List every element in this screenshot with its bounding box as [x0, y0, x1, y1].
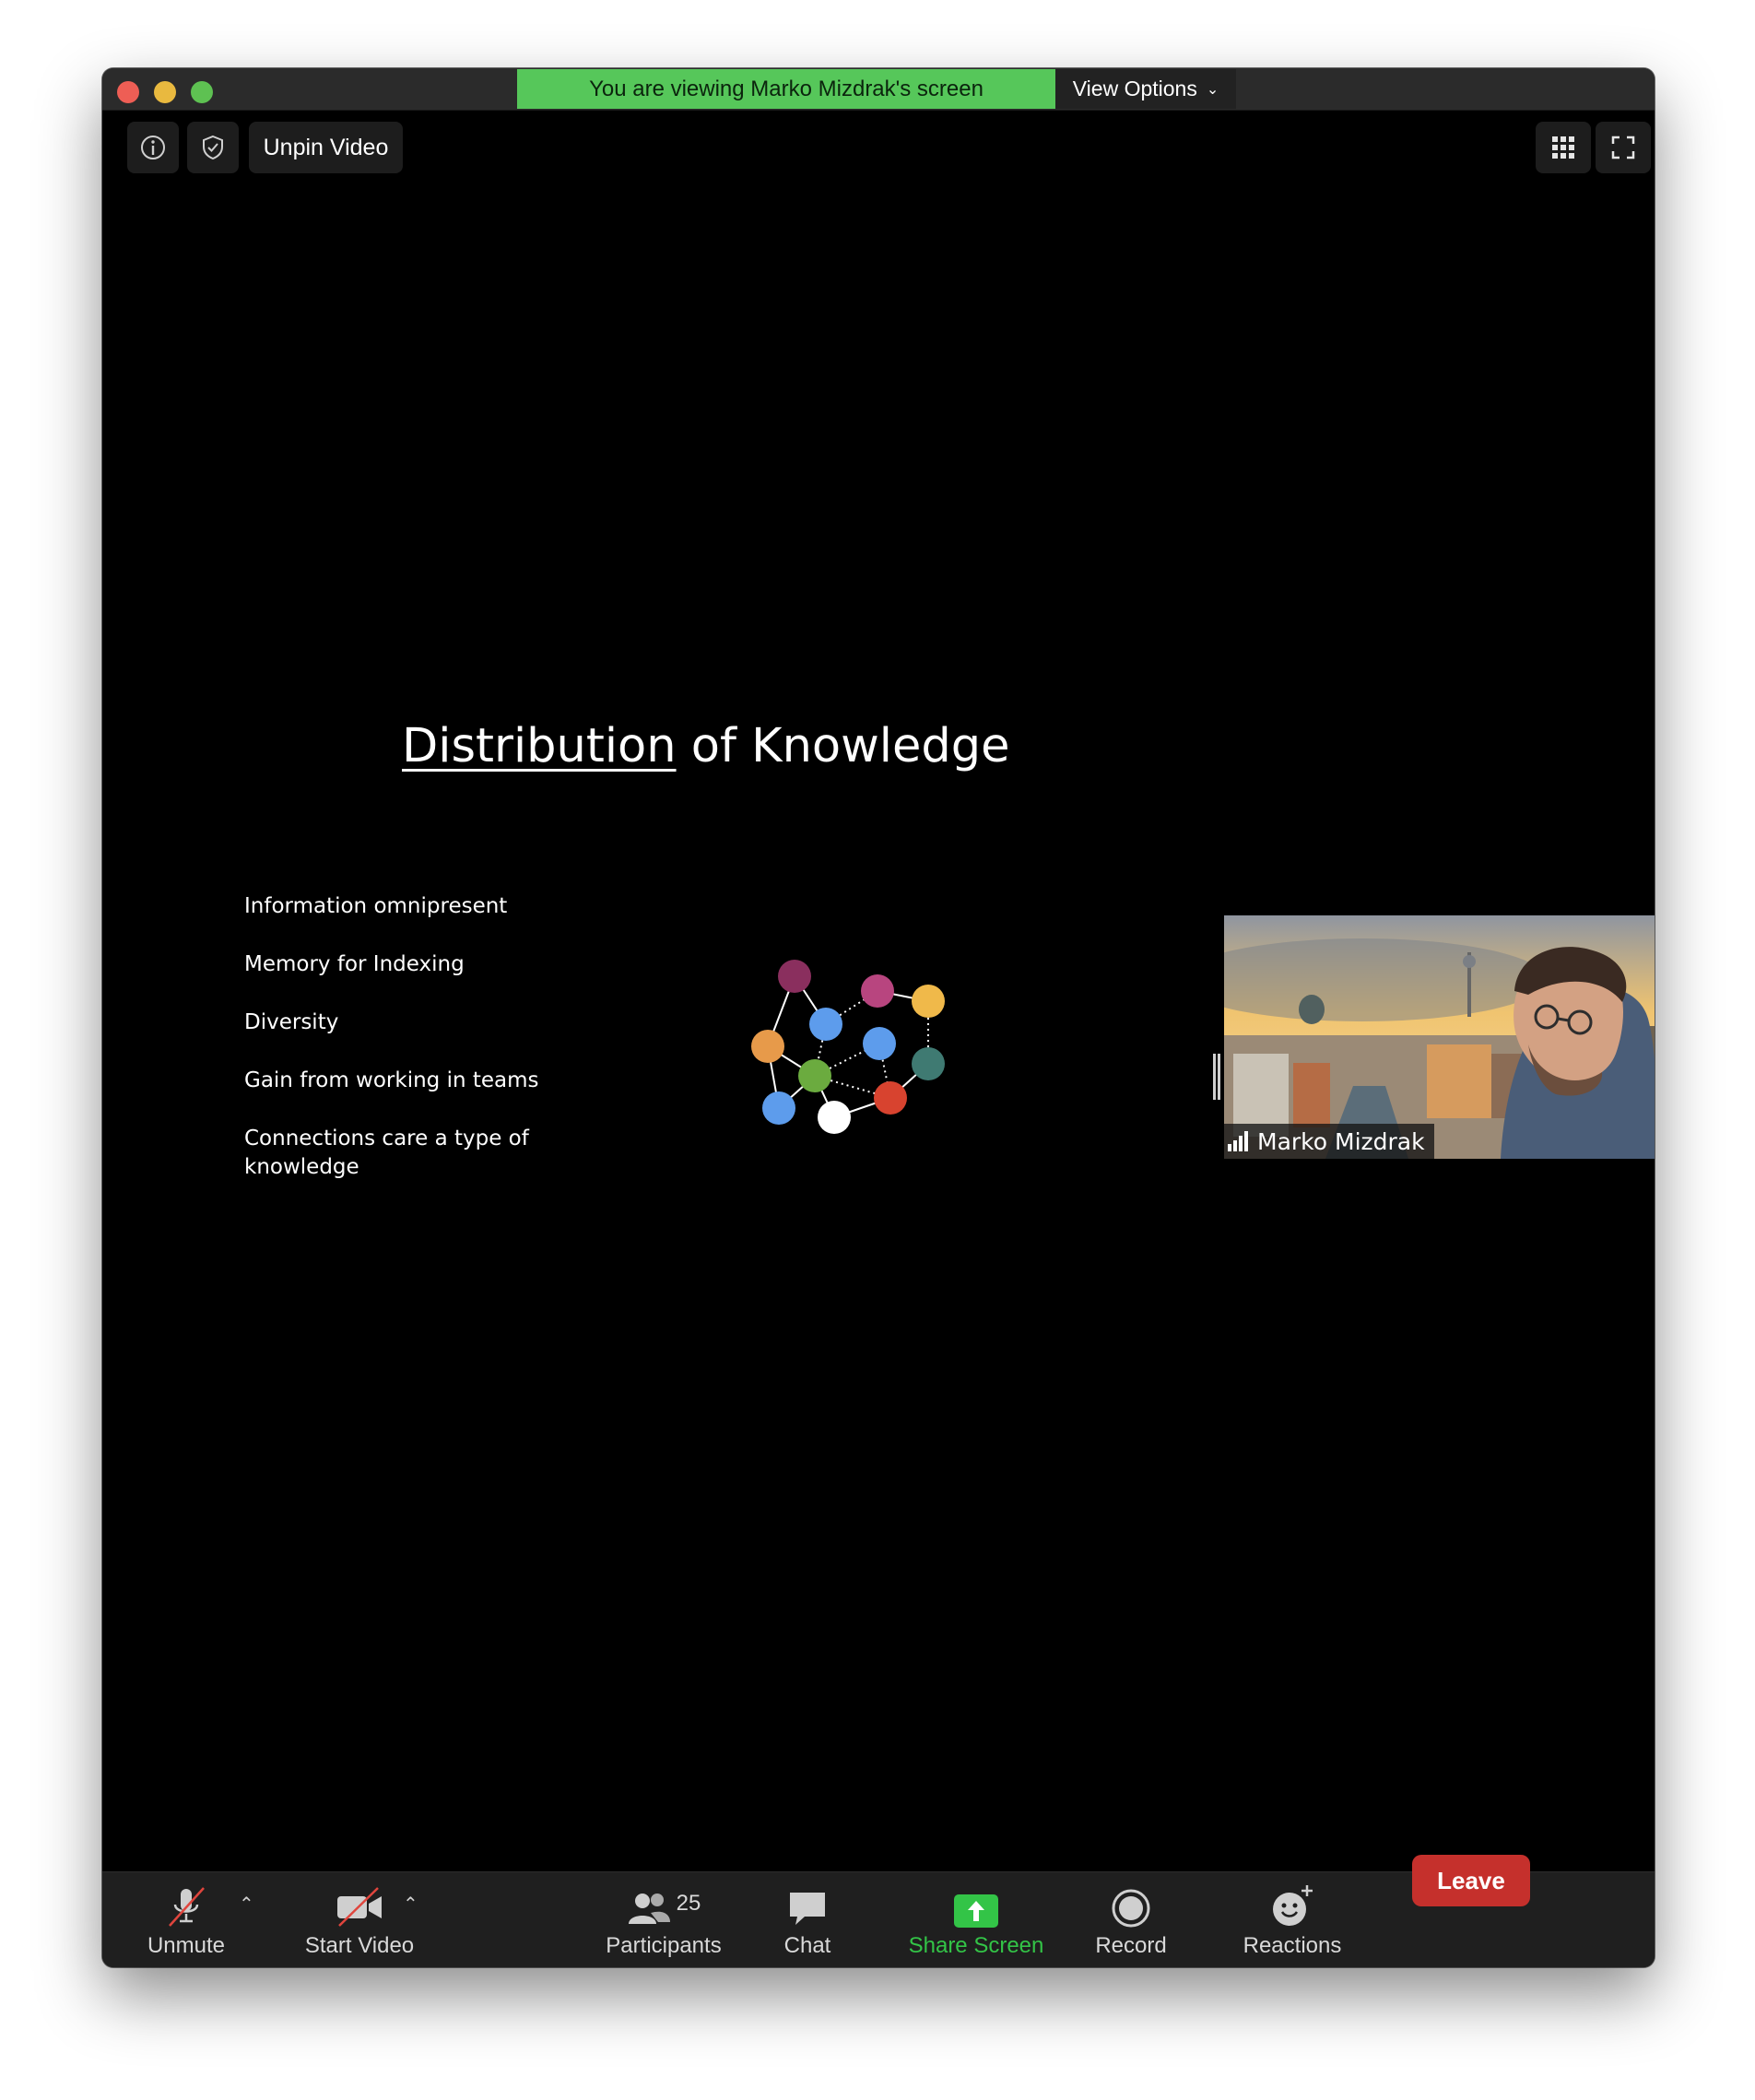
participants-count: 25: [676, 1891, 701, 1916]
view-options-label: View Options: [1072, 77, 1197, 100]
network-node: [861, 974, 894, 1008]
video-tile-resize-handle[interactable]: [1213, 1054, 1220, 1100]
network-node: [798, 1059, 831, 1092]
reactions-smiley-icon: [1273, 1885, 1313, 1926]
record-icon: [1112, 1889, 1150, 1928]
participant-name: Marko Mizdrak: [1257, 1127, 1425, 1155]
slide-title: Distribution of Knowledge: [402, 719, 1009, 773]
unpin-video-button[interactable]: Unpin Video: [249, 122, 403, 173]
knowledge-network-graphic: [751, 960, 945, 1134]
video-camera-off-icon: [337, 1887, 382, 1927]
participant-video-tile[interactable]: Marko Mizdrak: [1224, 915, 1655, 1159]
list-item: Diversity: [244, 1010, 339, 1034]
network-node: [818, 1101, 851, 1134]
list-item: Memory for Indexing: [244, 952, 465, 976]
chat-bubble-icon: [790, 1893, 825, 1925]
chat-label: Chat: [783, 1933, 831, 1958]
zoom-meeting-window: You are viewing Marko Mizdrak's screen V…: [102, 68, 1655, 1967]
participants-button[interactable]: 25 Participants: [595, 1872, 733, 1967]
title-bar: You are viewing Marko Mizdrak's screen V…: [102, 68, 1655, 111]
view-options-button[interactable]: View Options ⌄: [1055, 69, 1236, 109]
network-node: [863, 1027, 896, 1060]
participant-name-bar: Marko Mizdrak: [1224, 1124, 1434, 1159]
list-item: Information omnipresent: [244, 894, 508, 918]
shield-icon: [203, 135, 223, 160]
screen-share-banner: You are viewing Marko Mizdrak's screen: [517, 69, 1055, 109]
unmute-button[interactable]: Unmute: [135, 1872, 237, 1967]
zoom-window-button[interactable]: [191, 81, 213, 103]
minimize-window-button[interactable]: [154, 81, 176, 103]
microphone-muted-icon: [169, 1887, 205, 1927]
leave-meeting-button[interactable]: Leave: [1412, 1855, 1530, 1906]
network-node: [912, 985, 945, 1018]
meeting-info-button[interactable]: [127, 122, 179, 173]
audio-options-chevron-up-icon[interactable]: ⌃: [239, 1893, 254, 1916]
share-screen-button[interactable]: Share Screen: [898, 1872, 1054, 1967]
network-node: [874, 1081, 907, 1115]
video-options-chevron-up-icon[interactable]: ⌃: [403, 1893, 418, 1916]
share-screen-icon: [954, 1894, 998, 1928]
start-video-button[interactable]: Start Video: [290, 1872, 429, 1967]
participants-icon: [628, 1894, 670, 1924]
list-item: Connections care a type of knowledge: [244, 1127, 529, 1179]
slide-title-underlined: Distribution: [402, 719, 677, 773]
reactions-button[interactable]: Reactions: [1232, 1872, 1352, 1967]
record-label: Record: [1095, 1933, 1167, 1958]
network-node: [809, 1008, 842, 1041]
unmute-label: Unmute: [147, 1933, 226, 1958]
slide-bullet-list: Information omnipresent Memory for Index…: [244, 892, 558, 1211]
shared-screen-content: Distribution of Knowledge Information om…: [102, 111, 1655, 1885]
network-node: [762, 1091, 795, 1125]
list-item: Gain from working in teams: [244, 1068, 539, 1092]
network-node: [751, 1030, 784, 1063]
close-window-button[interactable]: [117, 81, 139, 103]
chat-button[interactable]: Chat: [766, 1872, 849, 1967]
chevron-down-icon: ⌄: [1206, 82, 1219, 99]
gallery-view-button[interactable]: [1536, 122, 1591, 173]
grid-icon: [1552, 136, 1574, 159]
fullscreen-button[interactable]: [1596, 122, 1651, 173]
video-frame: [1224, 915, 1655, 1159]
reactions-label: Reactions: [1243, 1933, 1342, 1958]
info-icon: [141, 136, 165, 159]
participants-label: Participants: [606, 1933, 722, 1958]
security-button[interactable]: [187, 122, 239, 173]
start-video-label: Start Video: [304, 1933, 415, 1958]
signal-strength-icon: [1228, 1131, 1248, 1151]
slide-title-rest: of Knowledge: [676, 719, 1010, 773]
record-button[interactable]: Record: [1085, 1872, 1177, 1967]
fullscreen-icon: [1611, 136, 1635, 159]
network-node: [912, 1047, 945, 1080]
network-node: [778, 960, 811, 993]
share-screen-label: Share Screen: [908, 1933, 1044, 1958]
